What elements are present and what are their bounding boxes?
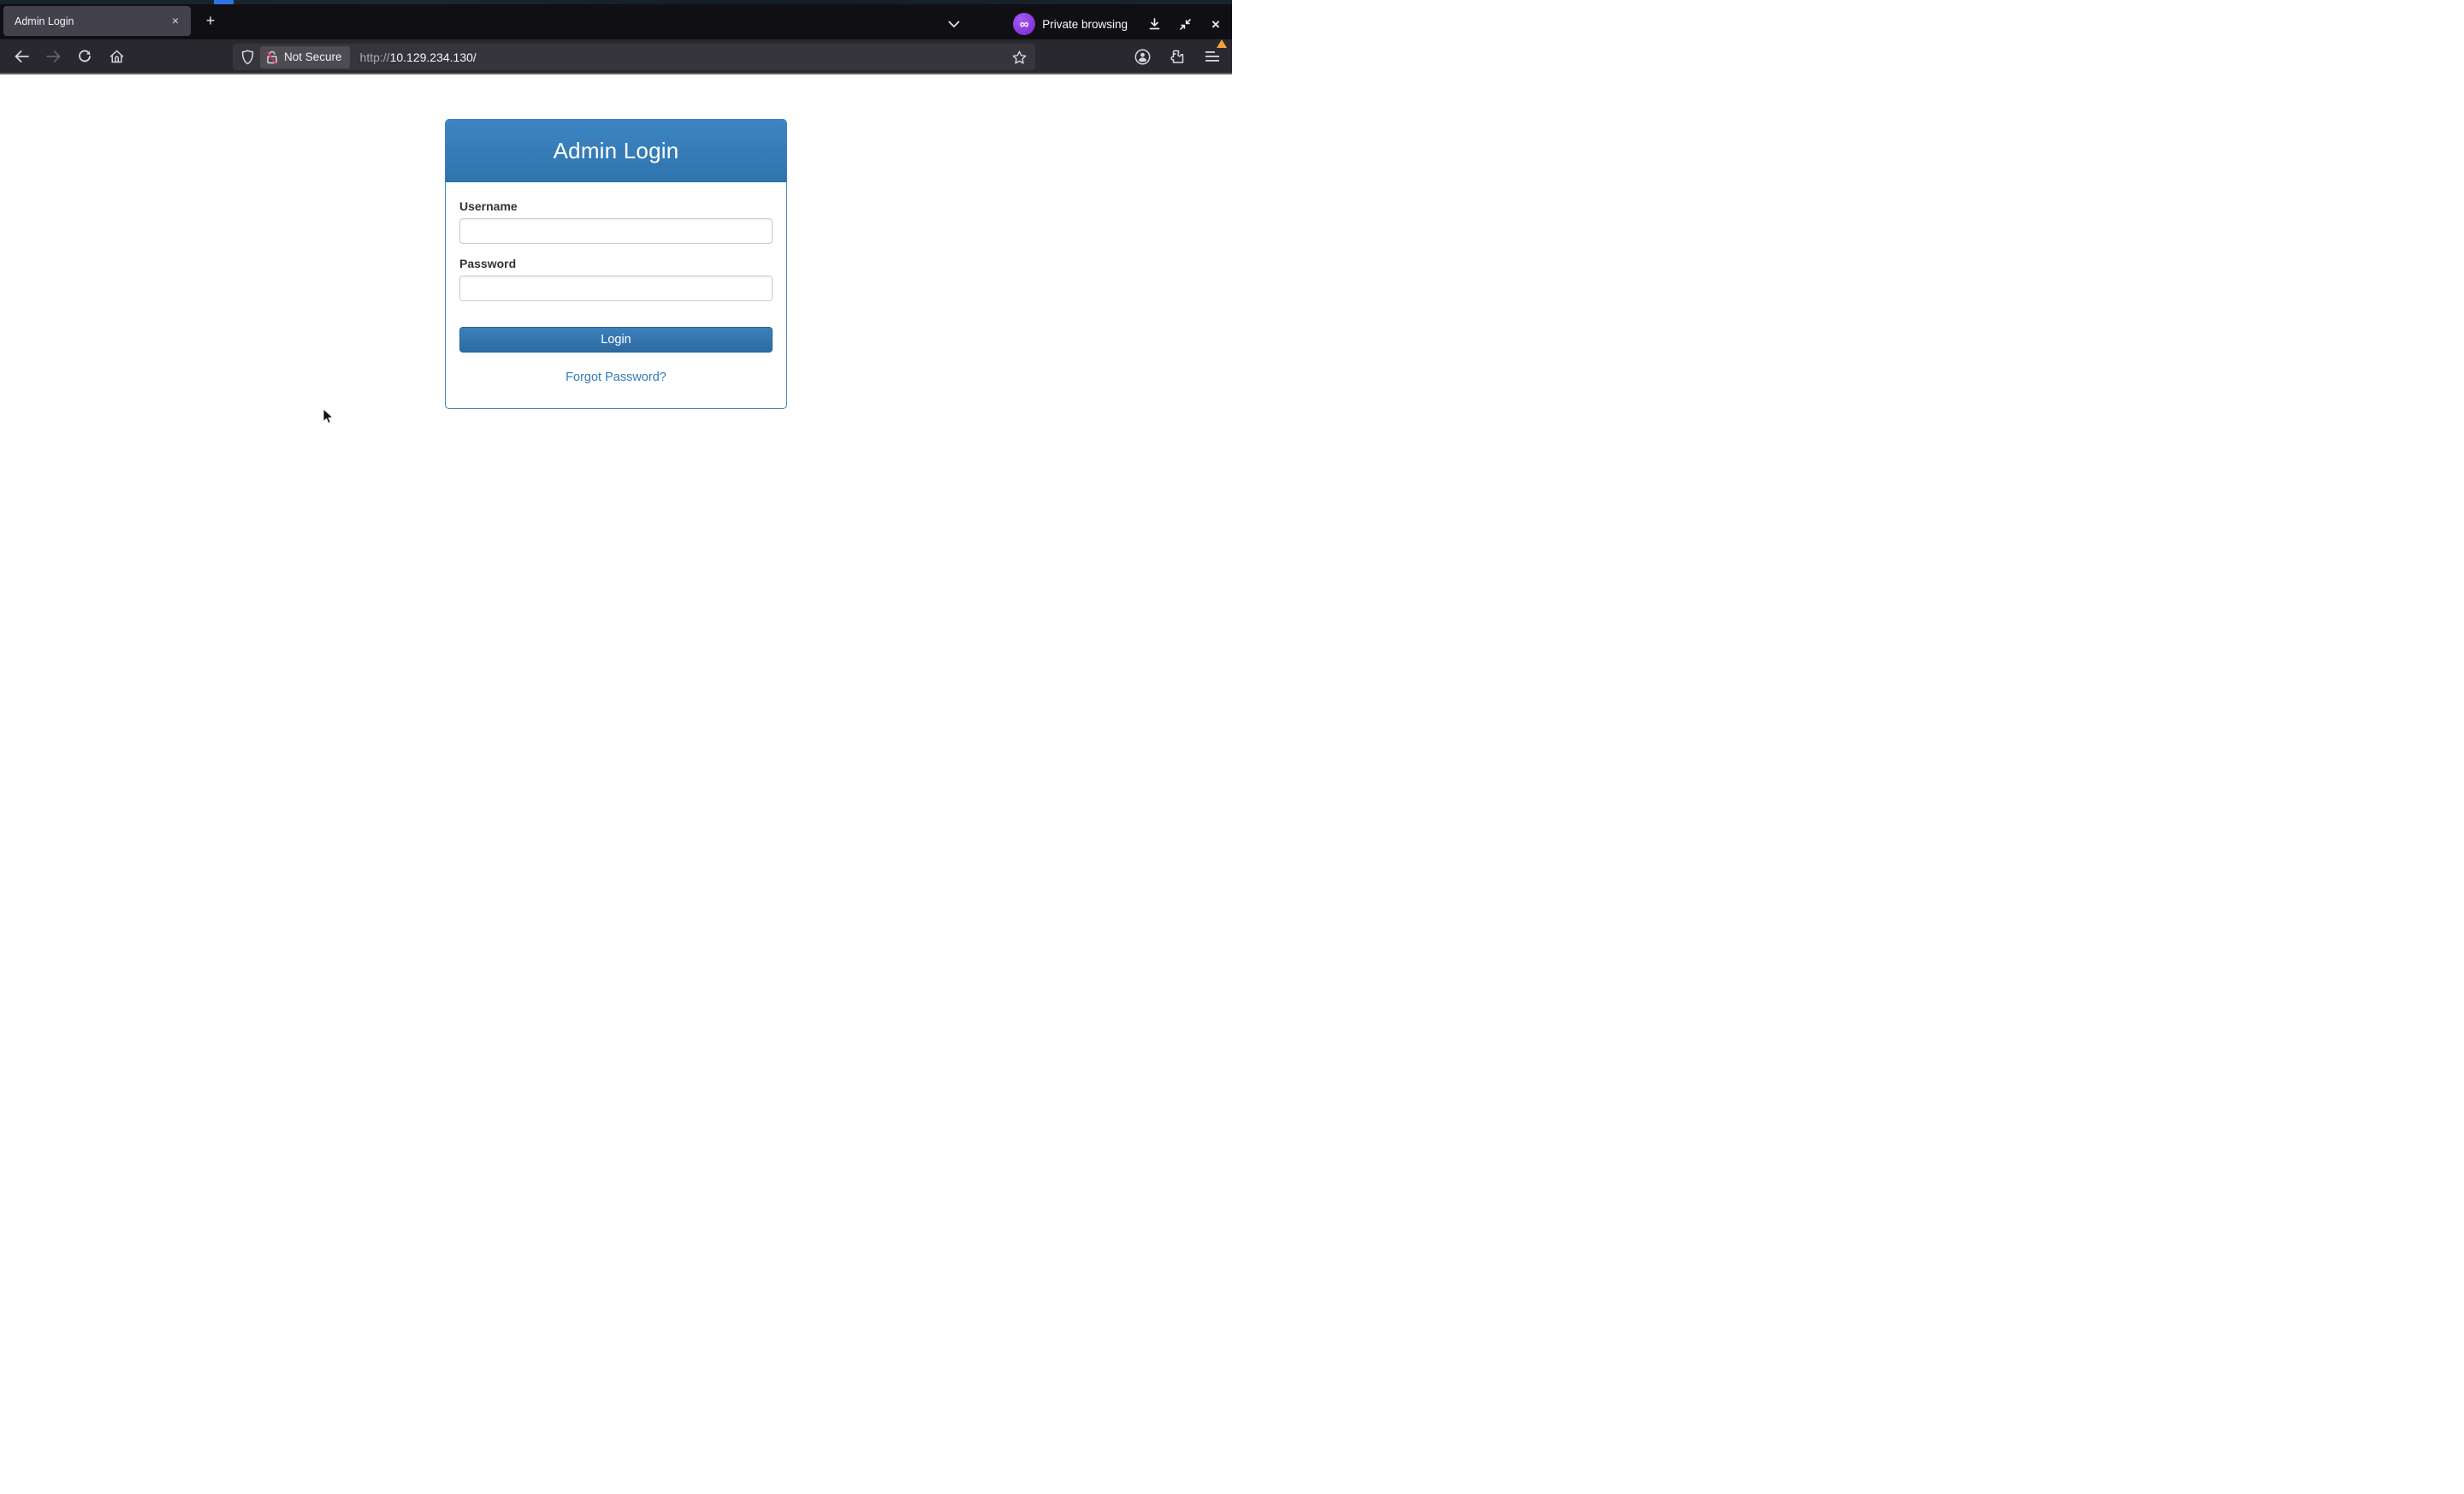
insecure-lock-icon — [266, 50, 277, 64]
username-label: Username — [459, 199, 518, 213]
url-host: 10.129.234.130/ — [389, 50, 477, 64]
tab-close-icon[interactable]: × — [167, 13, 184, 30]
url-text: http://10.129.234.130/ — [360, 50, 477, 64]
window-restore-icon[interactable] — [1174, 13, 1196, 35]
url-scheme: http:// — [359, 50, 390, 64]
password-label: Password — [459, 257, 517, 270]
page-content: Admin Login Username Password Login Forg… — [0, 75, 1232, 747]
not-secure-label: Not Secure — [284, 50, 342, 63]
admin-login-card: Admin Login Username Password Login Forg… — [445, 119, 787, 409]
private-browsing-badge: ∞ Private browsing — [1013, 13, 1128, 35]
toolbar-right-controls — [1129, 39, 1227, 69]
window-close-icon[interactable]: × — [1205, 13, 1227, 35]
tab-bar: Admin Login × + ∞ Private browsing × — [0, 4, 1232, 39]
update-badge-icon — [1217, 39, 1227, 48]
tab-bar-right-controls: ∞ Private browsing × — [943, 9, 1227, 39]
private-browsing-mask-icon: ∞ — [1013, 13, 1036, 35]
window-minimize-icon[interactable] — [1143, 13, 1165, 35]
home-button[interactable] — [104, 44, 129, 69]
not-secure-chip[interactable]: Not Secure — [260, 45, 350, 68]
forward-button[interactable] — [40, 44, 66, 69]
bookmark-star-icon[interactable] — [1008, 46, 1030, 68]
navigation-toolbar: Not Secure http://10.129.234.130/ — [0, 39, 1232, 74]
page-title: Admin Login — [553, 137, 679, 163]
reload-button[interactable] — [72, 44, 98, 69]
forgot-password-link[interactable]: Forgot Password? — [566, 371, 666, 384]
tab-admin-login[interactable]: Admin Login × — [3, 6, 191, 36]
app-menu-hamburger-icon[interactable] — [1199, 39, 1227, 69]
login-card-body: Username Password Login Forgot Password? — [446, 182, 786, 385]
new-tab-button[interactable]: + — [200, 11, 221, 32]
extensions-puzzle-icon[interactable] — [1164, 44, 1190, 69]
login-card-header: Admin Login — [446, 120, 786, 182]
list-all-tabs-chevron-icon[interactable] — [943, 13, 965, 35]
private-browsing-label: Private browsing — [1042, 17, 1128, 31]
tab-title: Admin Login — [15, 15, 74, 27]
username-field[interactable] — [459, 218, 773, 244]
back-button[interactable] — [9, 44, 34, 69]
url-bar[interactable]: Not Secure http://10.129.234.130/ — [233, 44, 1035, 70]
password-field[interactable] — [459, 276, 773, 301]
tracking-protection-shield-icon[interactable] — [234, 46, 260, 68]
account-icon[interactable] — [1129, 44, 1155, 69]
login-button[interactable]: Login — [459, 327, 773, 353]
